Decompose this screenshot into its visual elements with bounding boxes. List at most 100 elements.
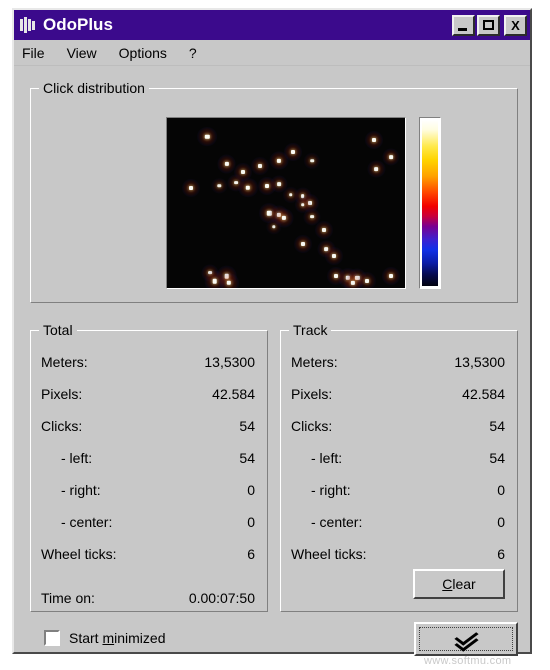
track-row: Meters: 13,5300: [291, 353, 505, 371]
track-row-label: - left:: [311, 450, 343, 466]
heatmap-colorbar: [419, 117, 441, 289]
title-bar[interactable]: OdoPlus X: [14, 10, 530, 40]
total-row-label: Wheel ticks:: [41, 546, 117, 562]
total-row: Time on: 0.00:07:50: [41, 589, 255, 607]
total-row-label: Pixels:: [41, 386, 83, 402]
clear-button-label: lear: [452, 576, 476, 592]
expand-button-focus-ring: [419, 627, 513, 652]
total-row: - left: 54: [41, 449, 255, 467]
track-row: - center: 0: [291, 513, 505, 531]
clear-button[interactable]: Clear: [413, 569, 505, 599]
heatmap-point: [300, 241, 305, 246]
total-row-label: - right:: [61, 482, 101, 498]
track-row-label: Clicks:: [291, 418, 333, 434]
menu-item-options[interactable]: Options: [119, 45, 167, 61]
total-row-value: 54: [239, 450, 255, 466]
heatmap-point: [276, 158, 281, 163]
heatmap-point: [322, 228, 327, 233]
maximize-button[interactable]: [477, 14, 500, 36]
minimize-icon: [458, 27, 467, 31]
start-minimized-post: inimized: [114, 630, 166, 646]
heatmap-point: [288, 192, 293, 197]
track-row-label: Pixels:: [291, 386, 333, 402]
start-minimized-accel: m: [102, 630, 115, 646]
window-title: OdoPlus: [43, 15, 113, 34]
heatmap-point: [388, 274, 393, 279]
track-row: Pixels: 42.584: [291, 385, 505, 403]
total-row-value: 42.584: [212, 386, 255, 402]
heatmap-point: [374, 167, 379, 171]
track-row-value: 6: [497, 546, 505, 562]
total-row-value: 0: [247, 514, 255, 530]
total-row: Meters: 13,5300: [41, 353, 255, 371]
total-row-label: - left:: [61, 450, 93, 466]
track-group: Track Meters: 13,5300 Pixels: 42.584 Clicks:…: [280, 322, 518, 612]
expand-button[interactable]: [414, 622, 518, 656]
track-row-value: 54: [489, 418, 505, 434]
click-distribution-title: Click distribution: [39, 80, 149, 96]
heatmap-point: [372, 138, 377, 143]
total-row-label: Meters:: [41, 354, 88, 370]
close-icon: X: [511, 17, 520, 33]
heatmap-point: [188, 185, 193, 190]
start-minimized-row[interactable]: Start minimized: [44, 630, 166, 646]
heatmap-point: [300, 202, 305, 207]
total-row-value: 0: [247, 482, 255, 498]
colorbar-gradient: [422, 120, 438, 286]
track-row: Wheel ticks: 6: [291, 545, 505, 563]
clear-button-accel: C: [442, 576, 453, 592]
heatmap-point: [310, 158, 314, 163]
heatmap-point: [264, 184, 269, 188]
start-minimized-label: Start minimized: [69, 630, 166, 646]
heatmap-point: [350, 280, 355, 285]
maximize-icon: [483, 19, 494, 30]
total-row: - center: 0: [41, 513, 255, 531]
app-grid-icon: [19, 16, 37, 34]
heatmap-point: [212, 278, 217, 284]
start-minimized-pre: Start: [69, 630, 103, 646]
track-row-label: Meters:: [291, 354, 338, 370]
total-row-label: Time on:: [41, 590, 95, 606]
total-group-title: Total: [39, 322, 77, 338]
track-row: - right: 0: [291, 481, 505, 499]
menu-bar: File View Options ?: [14, 40, 530, 66]
track-row-value: 0: [497, 514, 505, 530]
heatmap-point: [310, 214, 315, 219]
track-row-label: - right:: [311, 482, 351, 498]
track-row-value: 13,5300: [454, 354, 505, 370]
click-heatmap-plot[interactable]: [166, 117, 406, 289]
heatmap-point: [281, 216, 286, 221]
heatmap-point: [224, 161, 229, 166]
total-row: Clicks: 54: [41, 417, 255, 435]
heatmap-point: [276, 182, 281, 187]
total-group: Total Meters: 13,5300 Pixels: 42.584 Clicks:…: [30, 322, 268, 612]
heatmap-point: [331, 253, 336, 258]
menu-item-help[interactable]: ?: [189, 45, 197, 61]
click-distribution-group: Click distribution: [30, 80, 518, 303]
track-row-value: 42.584: [462, 386, 505, 402]
total-row-label: - center:: [61, 514, 113, 530]
total-row-value: 54: [239, 418, 255, 434]
heatmap-point: [388, 155, 393, 159]
track-row-value: 54: [489, 450, 505, 466]
track-row-label: Wheel ticks:: [291, 546, 367, 562]
click-heatmap-canvas: [167, 118, 405, 288]
track-row-label: - center:: [311, 514, 363, 530]
close-button[interactable]: X: [504, 14, 527, 36]
total-row-label: Clicks:: [41, 418, 83, 434]
heatmap-point: [241, 170, 246, 175]
start-minimized-checkbox[interactable]: [44, 630, 60, 646]
total-row-value: 6: [247, 546, 255, 562]
menu-item-file[interactable]: File: [22, 45, 45, 61]
menu-item-view[interactable]: View: [67, 45, 97, 61]
total-row: - right: 0: [41, 481, 255, 499]
track-group-title: Track: [289, 322, 332, 338]
chevron-double-down-icon: [454, 627, 479, 652]
total-row: Pixels: 42.584: [41, 385, 255, 403]
minimize-button[interactable]: [452, 14, 475, 36]
total-row-value: 13,5300: [204, 354, 255, 370]
heatmap-point: [257, 163, 262, 168]
watermark: www.softmu.com: [424, 655, 512, 667]
track-row-value: 0: [497, 482, 505, 498]
total-row: Wheel ticks: 6: [41, 545, 255, 563]
